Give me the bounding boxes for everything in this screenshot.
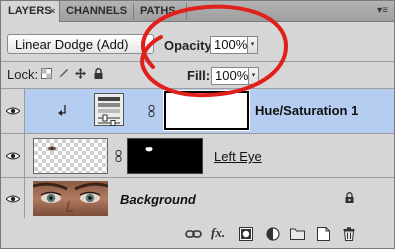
eye-icon [6, 152, 20, 160]
delete-layer-icon[interactable] [343, 227, 355, 241]
dropdown-arrows-icon: ▲ ▼ [139, 36, 147, 53]
new-group-icon[interactable] [290, 227, 305, 241]
adjustment-layer-icon[interactable] [266, 227, 280, 241]
lock-transparent-pixels-icon[interactable] [41, 68, 52, 79]
opacity-dropdown-icon[interactable]: ▾ [248, 36, 258, 54]
tab-close-icon[interactable]: × [50, 1, 55, 21]
opacity-label: Opacity: [164, 38, 217, 53]
divider [1, 61, 394, 62]
blend-mode-dropdown[interactable]: Linear Dodge (Add) ▲ ▼ [7, 34, 154, 54]
tab-channels[interactable]: CHANNELS [66, 1, 136, 21]
tab-channels-label: CHANNELS [66, 5, 128, 17]
layer-row-background[interactable]: Background [1, 178, 394, 220]
lock-all-icon[interactable] [93, 68, 104, 79]
visibility-toggle[interactable] [1, 178, 25, 219]
tab-divider [186, 3, 187, 20]
layer-style-icon[interactable]: fx. [211, 225, 225, 240]
tab-paths[interactable]: PATHS [140, 1, 185, 21]
layers-panel-footer: fx. [1, 218, 394, 248]
mask-eye-shape-icon [145, 146, 153, 152]
layer-row-left-eye[interactable]: Left Eye [1, 134, 394, 178]
add-mask-icon[interactable] [239, 227, 253, 241]
fill-label: Fill: [187, 68, 211, 83]
lock-image-pixels-icon[interactable] [58, 68, 69, 79]
layer-name[interactable]: Left Eye [214, 149, 262, 164]
opacity-input[interactable]: 100% [210, 36, 248, 54]
tab-layers[interactable]: LAYERS × [1, 1, 60, 22]
fill-input[interactable]: 100% [211, 67, 249, 85]
tab-layers-label: LAYERS [8, 5, 52, 17]
background-photo-thumbnail[interactable] [33, 181, 108, 216]
tab-divider [133, 3, 134, 20]
layer-name[interactable]: Background [120, 192, 196, 207]
panel-tab-bar: LAYERS × CHANNELS PATHS ▾≡ [1, 1, 394, 22]
layer-thumbnail[interactable] [33, 138, 108, 174]
lock-position-icon[interactable] [75, 68, 86, 79]
eye-pixels-icon [48, 146, 56, 151]
layer-name[interactable]: Hue/Saturation 1 [255, 103, 358, 118]
clipping-mask-icon [58, 105, 66, 116]
blend-mode-value: Linear Dodge (Add) [15, 37, 129, 52]
layer-mask-thumbnail[interactable] [127, 138, 203, 174]
fill-dropdown-icon[interactable]: ▾ [249, 67, 259, 85]
layers-panel: LAYERS × CHANNELS PATHS ▾≡ Linear Dodge … [0, 0, 395, 249]
visibility-toggle[interactable] [1, 134, 25, 177]
new-layer-icon[interactable] [317, 227, 330, 241]
panel-menu-icon[interactable]: ▾≡ [377, 1, 388, 20]
lock-label: Lock: [7, 67, 39, 82]
layer-row-hue-saturation[interactable]: Hue/Saturation 1 [1, 89, 394, 134]
eye-icon [6, 195, 20, 203]
layer-lock-icon [345, 192, 354, 203]
visibility-toggle[interactable] [1, 89, 25, 133]
link-layers-icon[interactable] [185, 227, 202, 241]
eye-icon [6, 107, 20, 115]
mask-link-icon[interactable] [148, 105, 155, 117]
mask-link-icon[interactable] [115, 150, 122, 162]
tab-paths-label: PATHS [140, 5, 176, 17]
layer-mask-thumbnail[interactable] [163, 90, 250, 131]
hue-saturation-adjustment-icon [94, 93, 124, 126]
